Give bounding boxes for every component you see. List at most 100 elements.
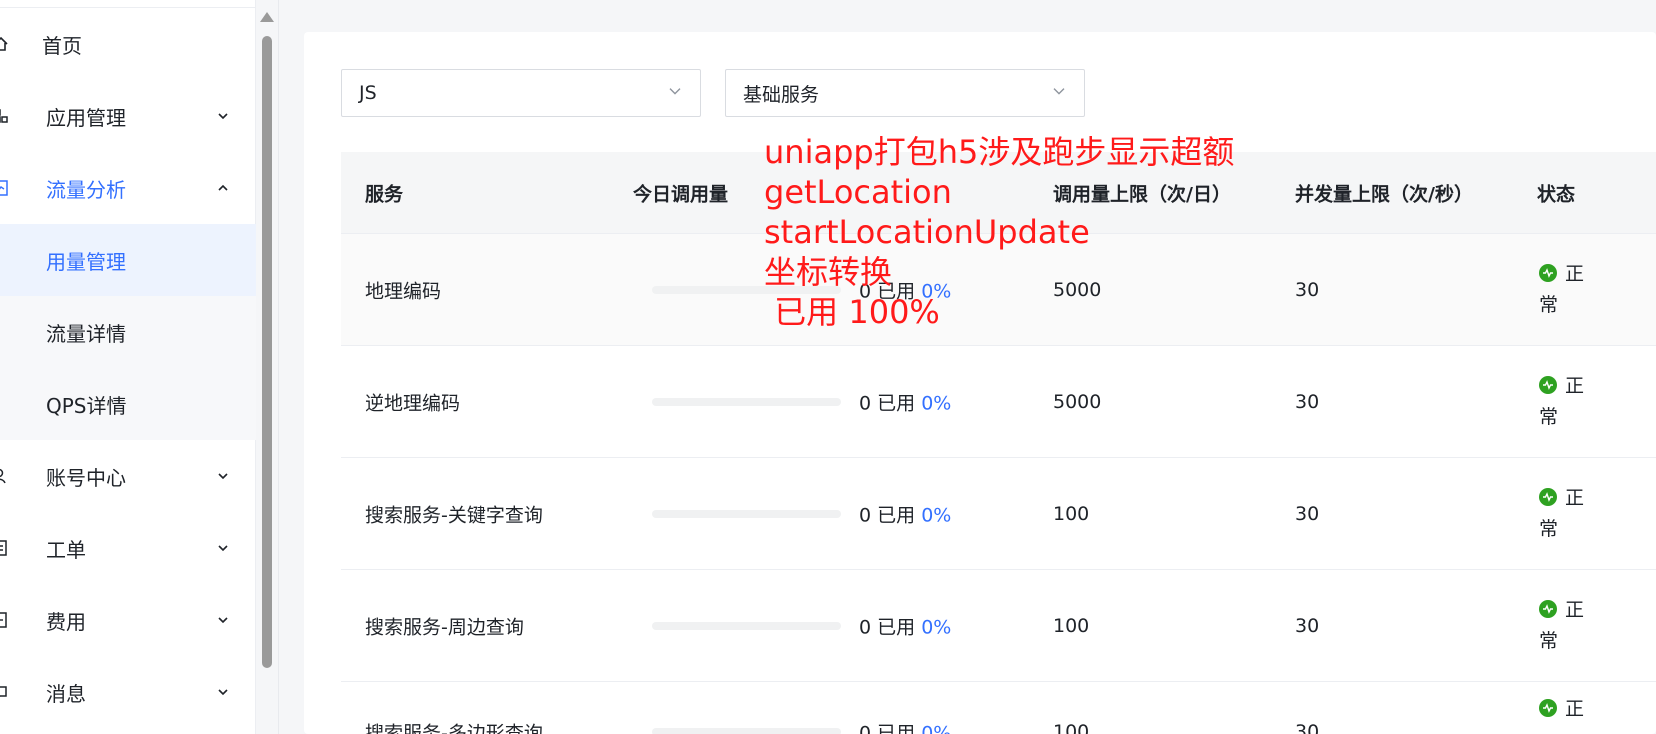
annotation-text: uniapp打包h5涉及跑步显示超额 getLocation startLocati… [764,132,1234,332]
sidebar-scrollbar[interactable] [260,12,274,734]
sidebar-item-app-management[interactable]: 应用管理 [0,80,256,152]
qps-limit-value: 30 [1295,278,1320,301]
sidebar-item-label: 账号中心 [46,465,126,490]
usage-text: 0 已用 0% [859,612,951,639]
chevron-up-icon [218,184,228,191]
chevron-down-icon [1053,88,1065,95]
status-ok-icon [1539,699,1557,717]
sidebar-top-divider [0,0,256,8]
sidebar-item-usage-management[interactable]: 用量管理 [0,224,256,296]
qps-limit-value: 30 [1295,502,1320,525]
sidebar-divider [278,0,279,734]
daily-limit-value: 5000 [1053,390,1102,413]
sidebar-item-billing[interactable]: 费用 [0,584,256,656]
chevron-down-icon [218,689,228,696]
ticket-icon [0,540,7,556]
usage-percent: 0% [921,722,952,734]
table-row: 搜索服务-关键字查询 0 已用 0% 100 30 正常 [341,458,1656,570]
sidebar-item-label: 流量分析 [46,177,126,202]
annotation-line: getLocation [764,173,952,211]
qps-limit-value: 30 [1295,614,1320,637]
today-calls-value: 0 [859,392,872,414]
table-row: 搜索服务-多边形查询 0 已用 0% 100 30 正 [341,682,1656,734]
usage-progress-bar [652,621,841,630]
status-ok-icon [1539,375,1557,394]
daily-limit-value: 100 [1053,502,1090,525]
today-calls-value: 0 [859,616,872,638]
annotation-line: 已用 100% [764,293,940,331]
sidebar-item-qps-details[interactable]: QPS详情 [0,368,256,440]
used-label: 已用 [877,616,916,638]
annotation-line: uniapp打包h5涉及跑步显示超额 [764,133,1235,171]
service-name: 逆地理编码 [365,392,461,414]
message-icon [0,686,7,698]
table-row: 搜索服务-周边查询 0 已用 0% 100 30 正常 [341,570,1656,682]
status-ok-icon [1539,487,1557,506]
daily-limit-value: 100 [1053,614,1090,637]
usage-percent: 0% [921,504,952,526]
sidebar-item-label: 工单 [46,537,86,562]
chevron-down-icon [669,88,681,95]
status-badge: 正常 [1539,483,1599,545]
usage-text: 0 已用 0% [859,500,951,527]
qps-limit-value: 30 [1295,390,1320,413]
sidebar-item-label: 应用管理 [46,105,126,130]
user-icon [0,468,6,484]
column-header-qps-limit: 并发量上限（次/秒） [1295,183,1473,205]
sidebar-item-tickets[interactable]: 工单 [0,512,256,584]
used-label: 已用 [877,504,916,526]
sidebar-item-traffic-details[interactable]: 流量详情 [0,296,256,368]
sidebar-item-label: 首页 [42,33,82,58]
today-calls-value: 0 [859,722,872,734]
chart-icon [0,180,8,196]
sidebar-menu: 首页 应用管理 流量分析 用量管理 流量详情 QPS详情 账号中心 工单 费用 … [0,8,256,728]
platform-select-value: JS [359,82,377,104]
usage-percent: 0% [921,616,952,638]
status-badge: 正 [1539,694,1599,725]
usage-text: 0 已用 0% [859,388,951,415]
sidebar-submenu-traffic-analysis: 用量管理 流量详情 QPS详情 [0,224,256,440]
sidebar-item-account-center[interactable]: 账号中心 [0,440,256,512]
annotation-line: 坐标转换 [764,253,893,291]
sidebar-item-label: 消息 [46,681,86,706]
service-name: 搜索服务-周边查询 [365,616,524,638]
status-ok-icon [1539,599,1557,618]
platform-select[interactable]: JS [341,69,701,117]
used-label: 已用 [877,722,916,734]
chevron-down-icon [218,545,228,552]
scrollbar-thumb[interactable] [262,36,272,668]
billing-icon [0,612,7,628]
service-type-select[interactable]: 基础服务 [725,69,1085,117]
usage-text: 0 已用 0% [859,719,951,734]
usage-progress-bar [652,509,841,518]
column-header-service: 服务 [365,183,404,205]
sidebar-item-label: 流量详情 [46,321,126,346]
today-calls-value: 0 [859,504,872,526]
app-icon [0,109,8,123]
annotation-line: startLocationUpdate [764,213,1090,251]
scroll-up-arrow-icon[interactable] [260,12,274,22]
column-header-status: 状态 [1537,183,1576,205]
chevron-down-icon [218,113,228,120]
status-ok-icon [1539,263,1557,282]
table-row: 逆地理编码 0 已用 0% 5000 30 正常 [341,346,1656,458]
status-badge: 正常 [1539,595,1599,657]
column-header-today-calls: 今日调用量 [633,183,729,205]
sidebar-item-label: 用量管理 [46,249,126,274]
used-label: 已用 [877,392,916,414]
usage-percent: 0% [921,392,952,414]
daily-limit-value: 100 [1053,721,1090,734]
sidebar-item-traffic-analysis[interactable]: 流量分析 [0,152,256,224]
service-type-select-value: 基础服务 [743,83,820,106]
status-text: 正 [1565,698,1585,720]
status-badge: 正常 [1539,371,1599,433]
home-icon [0,36,8,51]
status-badge: 正常 [1539,259,1599,321]
sidebar-item-messages[interactable]: 消息 [0,656,256,728]
service-name: 搜索服务-关键字查询 [365,504,543,526]
sidebar: 首页 应用管理 流量分析 用量管理 流量详情 QPS详情 账号中心 工单 费用 … [0,0,256,734]
sidebar-item-label: 费用 [46,609,86,634]
usage-progress-bar [652,397,841,406]
sidebar-item-home[interactable]: 首页 [0,8,256,80]
qps-limit-value: 30 [1295,721,1320,734]
